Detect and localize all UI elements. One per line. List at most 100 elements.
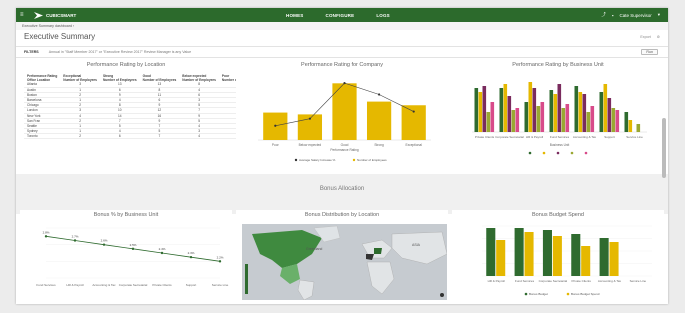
- bu-bar[interactable]: [578, 92, 583, 132]
- bu-bar[interactable]: [515, 108, 520, 132]
- bu-bar[interactable]: [524, 102, 529, 132]
- x-axis-label: Business Unit: [550, 143, 570, 147]
- bonus-budget-panel: Bonus Budget Spend HR & Payroll Fund Serv…: [452, 210, 664, 302]
- bu-bar[interactable]: [528, 82, 533, 132]
- legend-marker: [524, 292, 528, 296]
- legend-marker: [352, 158, 356, 162]
- budget-bar[interactable]: [524, 232, 534, 276]
- filters-toggle[interactable]: FILTERS: [24, 50, 39, 54]
- top-bar: ≡ CUBICSMART HOMES CONFIGURE LOGS ⤴ ▪ Ca…: [16, 8, 668, 22]
- brand-name: CUBICSMART: [46, 12, 77, 18]
- map-color-scale: [245, 264, 248, 294]
- world-map[interactable]: Greenland ASIA: [242, 224, 447, 300]
- bu-bar[interactable]: [574, 86, 579, 132]
- bu-bar[interactable]: [507, 96, 512, 132]
- map-info-icon[interactable]: [440, 293, 444, 297]
- bu-bar[interactable]: [599, 92, 604, 132]
- bonus-point[interactable]: [189, 255, 193, 259]
- bu-bar[interactable]: [486, 112, 491, 132]
- x-tick-label: Accounting & Tax: [92, 283, 116, 287]
- user-menu[interactable]: Cate Supervisor: [619, 13, 651, 18]
- legend-label: Bonus Budget: [529, 292, 548, 296]
- bu-bar[interactable]: [478, 92, 483, 132]
- budget-bar[interactable]: [514, 228, 524, 276]
- bu-bar[interactable]: [624, 112, 629, 132]
- bu-bar[interactable]: [603, 84, 608, 132]
- budget-bar[interactable]: [571, 234, 581, 276]
- bu-bar[interactable]: [490, 102, 495, 132]
- table-cell: 6: [99, 133, 140, 140]
- bu-bar[interactable]: [611, 108, 616, 132]
- budget-bar[interactable]: [496, 240, 506, 276]
- filter-summary: Annual in "Staff Member 2017" or "Execut…: [48, 50, 192, 54]
- company-line-point: [308, 117, 311, 120]
- budget-bar[interactable]: [581, 246, 591, 276]
- bu-bar[interactable]: [582, 94, 587, 132]
- bu-bar[interactable]: [628, 120, 633, 132]
- bu-bar[interactable]: [474, 88, 479, 132]
- budget-bar[interactable]: [542, 230, 552, 276]
- map-region-europe[interactable]: [374, 248, 382, 254]
- bu-bar[interactable]: [586, 112, 591, 132]
- bonus-point[interactable]: [102, 243, 106, 246]
- x-tick-label: HR & Payroll: [488, 279, 506, 283]
- table-row[interactable]: Toronto26742: [24, 133, 259, 140]
- company-panel: Performance Rating for Company Poor Below…: [236, 60, 448, 172]
- company-line-point: [378, 93, 381, 96]
- budget-bar[interactable]: [599, 238, 609, 276]
- map-label-asia: ASIA: [412, 243, 421, 247]
- bu-bar[interactable]: [636, 124, 641, 132]
- bu-bar[interactable]: [482, 86, 487, 132]
- nav-logs[interactable]: LOGS: [376, 13, 390, 18]
- bonus-point[interactable]: [218, 260, 222, 263]
- bonus-point[interactable]: [160, 251, 164, 255]
- company-bar[interactable]: [366, 101, 392, 140]
- run-button[interactable]: Run: [641, 49, 658, 55]
- legend-marker: [556, 151, 560, 155]
- location-table: Performance Rating Exceptional Strong Good B…: [24, 74, 259, 140]
- nav-homes[interactable]: HOMES: [286, 13, 304, 18]
- bu-bar[interactable]: [532, 88, 537, 132]
- bonus-point[interactable]: [131, 247, 135, 251]
- bu-bar[interactable]: [557, 84, 562, 132]
- x-tick-label: Corporate Secretarial: [119, 283, 148, 287]
- table-cell: 4: [179, 133, 219, 140]
- page-title: Executive Summary: [24, 32, 96, 41]
- bu-bar[interactable]: [615, 110, 620, 132]
- brand-logo[interactable]: CUBICSMART: [34, 11, 77, 19]
- top-nav: HOMES CONFIGURE LOGS: [286, 8, 390, 22]
- x-tick-label: Support: [186, 283, 197, 287]
- x-tick-label: Good: [341, 143, 349, 147]
- data-label: 2.2%: [217, 255, 224, 259]
- business-unit-panel: Performance Rating by Business Unit Priv…: [452, 60, 664, 172]
- menu-icon[interactable]: ≡: [20, 12, 26, 18]
- bu-bar[interactable]: [565, 104, 570, 132]
- bu-bar[interactable]: [540, 102, 545, 132]
- budget-bar[interactable]: [552, 236, 562, 276]
- x-tick-label: Fund Services: [36, 283, 56, 287]
- budget-bar[interactable]: [486, 228, 496, 276]
- bu-bar[interactable]: [503, 84, 508, 132]
- bu-bar[interactable]: [590, 106, 595, 132]
- nav-configure[interactable]: CONFIGURE: [326, 13, 355, 18]
- bonus-point[interactable]: [44, 235, 48, 238]
- bu-bar[interactable]: [561, 108, 566, 132]
- bell-icon[interactable]: ▪: [612, 13, 614, 18]
- x-tick-label: Private Clients: [152, 283, 172, 287]
- bu-bar[interactable]: [511, 110, 516, 132]
- bonus-map-panel: Bonus Distribution by Location Greenland…: [236, 210, 448, 302]
- page-scrollbar[interactable]: [662, 118, 666, 178]
- gear-icon[interactable]: ⚙: [657, 35, 660, 39]
- chart-icon[interactable]: ⤴: [601, 12, 606, 18]
- bu-bar[interactable]: [553, 94, 558, 132]
- bu-bar[interactable]: [549, 90, 554, 132]
- bu-bar[interactable]: [607, 98, 612, 132]
- bonus-point[interactable]: [73, 239, 77, 242]
- bu-bar[interactable]: [499, 88, 504, 132]
- bu-bar[interactable]: [536, 106, 541, 132]
- export-link[interactable]: Export: [640, 35, 650, 39]
- budget-bar[interactable]: [609, 242, 619, 276]
- breadcrumb-item[interactable]: Executive Summary dashboard ›: [22, 24, 74, 28]
- logo-icon: [34, 11, 43, 19]
- chevron-down-icon[interactable]: ▾: [658, 12, 660, 18]
